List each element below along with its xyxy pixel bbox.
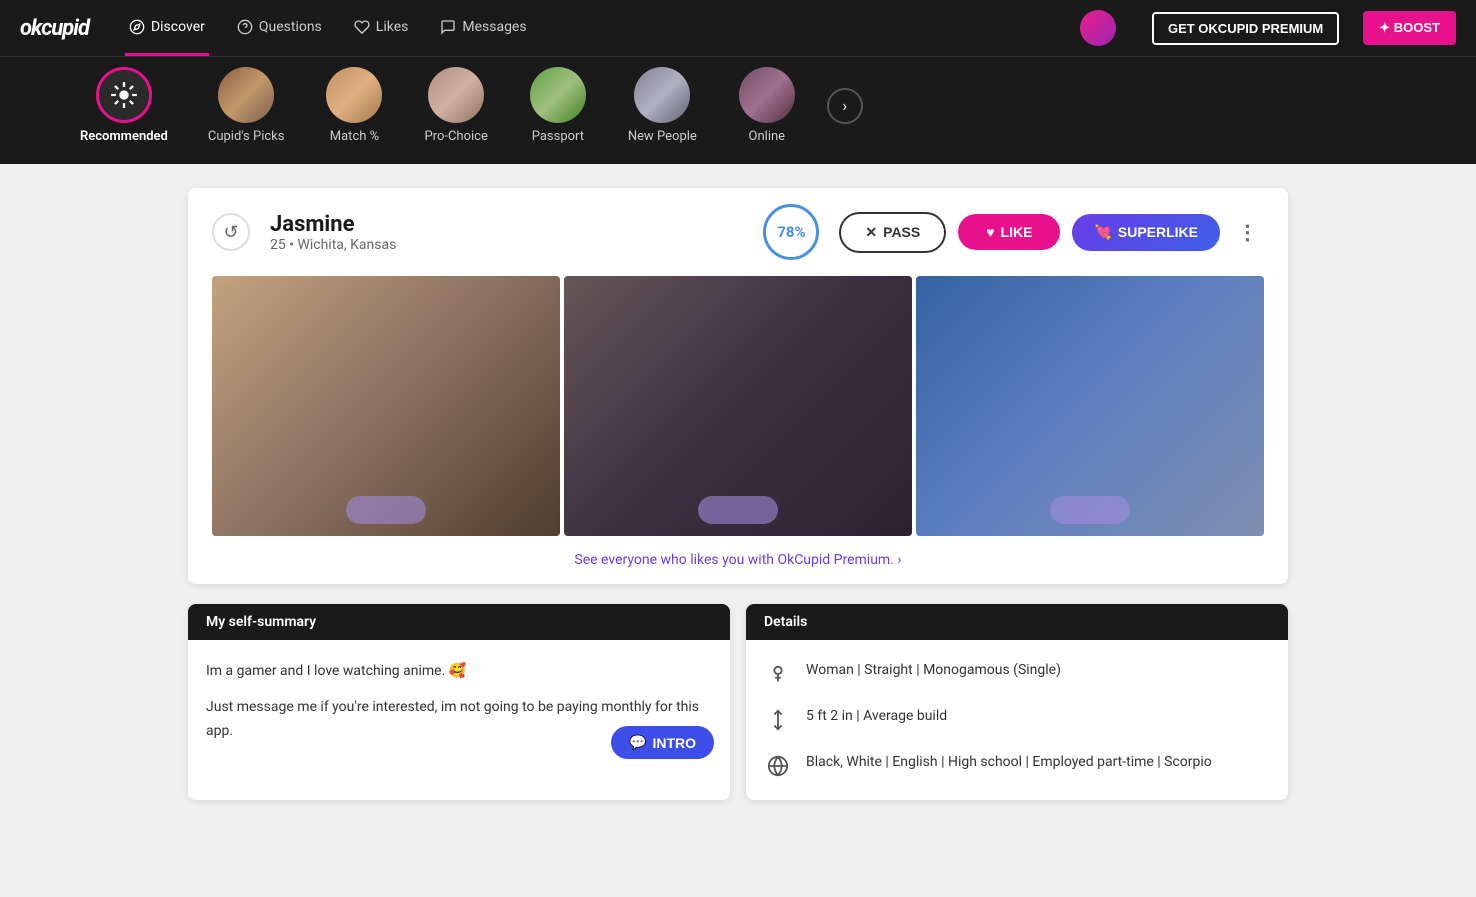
cupids-picks-label: Cupid's Picks xyxy=(208,129,285,144)
undo-button[interactable]: ↺ xyxy=(212,213,250,251)
photo-grid xyxy=(212,276,1264,536)
avatar[interactable] xyxy=(1080,10,1116,46)
discover-icon xyxy=(129,19,145,35)
passport-label: Passport xyxy=(532,129,584,144)
summary-para-1: Im a gamer and I love watching anime. 🥰 xyxy=(206,660,712,684)
cupids-picks-img xyxy=(218,67,274,123)
nav-item-discover[interactable]: Discover xyxy=(125,0,209,56)
intro-button[interactable]: 💬 INTRO xyxy=(611,726,714,759)
match-circle: 78% xyxy=(763,204,819,260)
self-summary-body: Im a gamer and I love watching anime. 🥰 … xyxy=(188,640,730,775)
category-pro-choice[interactable]: Pro-Choice xyxy=(404,57,507,154)
nav-discover-label: Discover xyxy=(151,19,205,35)
intro-icon: 💬 xyxy=(629,734,646,751)
premium-button[interactable]: GET OKCUPID PREMIUM xyxy=(1152,12,1339,45)
nav-item-questions[interactable]: Questions xyxy=(233,0,326,56)
superlike-icon: 💘 xyxy=(1094,224,1111,241)
like-button[interactable]: ♥ LIKE xyxy=(958,214,1060,250)
like-heart-icon: ♥ xyxy=(986,224,994,240)
profile-location: Wichita, Kansas xyxy=(297,237,396,253)
recommended-icon xyxy=(110,81,138,109)
detail-row-ethnicity: Black, White | English | High school | E… xyxy=(764,752,1270,780)
height-text: 5 ft 2 in | Average build xyxy=(806,706,947,727)
details-header: Details xyxy=(746,604,1288,640)
questions-icon xyxy=(237,19,253,35)
gender-icon xyxy=(764,660,792,688)
height-icon xyxy=(764,706,792,734)
nav-item-messages[interactable]: Messages xyxy=(436,0,530,56)
online-label: Online xyxy=(749,129,786,144)
likes-icon xyxy=(354,19,370,35)
nav-likes-label: Likes xyxy=(376,19,409,35)
self-summary-card: My self-summary Im a gamer and I love wa… xyxy=(188,604,730,800)
photo-1-badge xyxy=(346,496,426,524)
profile-sub: 25 • Wichita, Kansas xyxy=(270,237,743,253)
category-cupids-picks[interactable]: Cupid's Picks xyxy=(188,57,305,154)
nav-item-likes[interactable]: Likes xyxy=(350,0,413,56)
pass-x-icon: ✕ xyxy=(865,224,877,241)
premium-link[interactable]: See everyone who likes you with OkCupid … xyxy=(188,552,1288,584)
category-bar: Recommended Cupid's Picks Match % Pro-Ch… xyxy=(0,56,1476,164)
globe-icon xyxy=(764,752,792,780)
recommended-img xyxy=(96,67,152,123)
profile-name: Jasmine xyxy=(270,212,743,237)
details-section: My self-summary Im a gamer and I love wa… xyxy=(188,604,1288,800)
detail-row-height: 5 ft 2 in | Average build xyxy=(764,706,1270,734)
nav-messages-label: Messages xyxy=(462,19,526,35)
intro-label: INTRO xyxy=(652,735,696,751)
photo-2-badge xyxy=(698,496,778,524)
navbar: okcupid Discover Questions Likes Message… xyxy=(0,0,1476,56)
details-card: Details Woman | Straight | Monogamous (S… xyxy=(746,604,1288,800)
like-label: LIKE xyxy=(1001,224,1033,240)
new-people-img xyxy=(634,67,690,123)
gender-text: Woman | Straight | Monogamous (Single) xyxy=(806,660,1061,681)
nav-questions-label: Questions xyxy=(259,19,322,35)
logo: okcupid xyxy=(20,16,89,41)
boost-button[interactable]: ✦ BOOST xyxy=(1363,11,1456,45)
pro-choice-label: Pro-Choice xyxy=(424,129,487,144)
new-people-label: New People xyxy=(628,129,697,144)
online-img xyxy=(739,67,795,123)
match-label: Match % xyxy=(330,129,379,144)
profile-age: 25 xyxy=(270,237,286,253)
category-match[interactable]: Match % xyxy=(304,57,404,154)
photo-3[interactable] xyxy=(916,276,1264,536)
match-img xyxy=(326,67,382,123)
category-recommended[interactable]: Recommended xyxy=(60,57,188,154)
match-percent: 78% xyxy=(777,223,805,241)
detail-row-gender: Woman | Straight | Monogamous (Single) xyxy=(764,660,1270,688)
ethnicity-text: Black, White | English | High school | E… xyxy=(806,752,1212,773)
profile-header: ↺ Jasmine 25 • Wichita, Kansas 78% ✕ PAS… xyxy=(188,188,1288,276)
pass-button[interactable]: ✕ PASS xyxy=(839,212,946,253)
profile-card: ↺ Jasmine 25 • Wichita, Kansas 78% ✕ PAS… xyxy=(188,188,1288,584)
photo-2[interactable] xyxy=(564,276,912,536)
more-options-button[interactable]: ⋮ xyxy=(1232,216,1264,248)
pro-choice-img xyxy=(428,67,484,123)
category-next-arrow[interactable]: › xyxy=(827,88,863,124)
superlike-button[interactable]: 💘 SUPERLIKE xyxy=(1072,214,1220,251)
pass-label: PASS xyxy=(883,224,920,240)
main-content: ↺ Jasmine 25 • Wichita, Kansas 78% ✕ PAS… xyxy=(168,188,1308,800)
details-body: Woman | Straight | Monogamous (Single) 5… xyxy=(746,640,1288,800)
category-new-people[interactable]: New People xyxy=(608,57,717,154)
recommended-label: Recommended xyxy=(80,129,168,144)
profile-name-block: Jasmine 25 • Wichita, Kansas xyxy=(270,212,743,253)
photo-3-badge xyxy=(1050,496,1130,524)
action-buttons: ✕ PASS ♥ LIKE 💘 SUPERLIKE ⋮ xyxy=(839,212,1264,253)
passport-img xyxy=(530,67,586,123)
category-online[interactable]: Online xyxy=(717,57,817,154)
superlike-label: SUPERLIKE xyxy=(1118,224,1198,240)
messages-icon xyxy=(440,19,456,35)
category-passport[interactable]: Passport xyxy=(508,57,608,154)
photo-1[interactable] xyxy=(212,276,560,536)
self-summary-header: My self-summary xyxy=(188,604,730,640)
